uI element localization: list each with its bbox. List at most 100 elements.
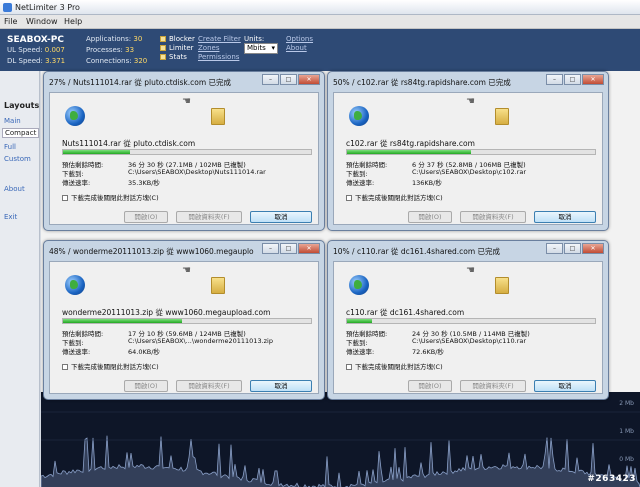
rate-value: 72.6KB/秒 bbox=[412, 348, 444, 356]
rate-value: 35.3KB/秒 bbox=[128, 179, 160, 187]
connections-stat: Connections: 320 bbox=[86, 57, 148, 65]
folder-icon bbox=[211, 277, 225, 294]
cancel-button[interactable]: 取消 bbox=[250, 380, 312, 392]
pc-name: SEABOX-PC bbox=[7, 35, 64, 45]
rate-label: 傳送速率: bbox=[346, 348, 375, 356]
options-link[interactable]: Options bbox=[286, 35, 313, 43]
close-when-done-checkbox[interactable]: 下載完成後關閉此對話方塊(C) bbox=[62, 192, 159, 202]
sidebar-item-main[interactable]: Main bbox=[4, 117, 21, 125]
rate-label: 傳送速率: bbox=[62, 179, 91, 187]
close-button[interactable]: ✕ bbox=[582, 74, 604, 85]
sidebar-item-full[interactable]: Full bbox=[4, 143, 16, 151]
file-name: c110.rar 從 dc161.4shared.com bbox=[346, 308, 465, 317]
sidebar-item-compact[interactable]: Compact bbox=[2, 128, 39, 138]
applications-stat: Applications: 30 bbox=[86, 35, 143, 43]
hand-icon: ☚ bbox=[182, 265, 191, 276]
graph-label-0mb: 0 Mb bbox=[619, 456, 634, 463]
graph-label-1mb: 1 Mb bbox=[619, 428, 634, 435]
rate-value: 64.0KB/秒 bbox=[128, 348, 160, 356]
download-dialog: 10% / c110.rar 從 dc161.4shared.com 已完成 –… bbox=[327, 240, 609, 400]
dialog-caption: 48% / wonderme20111013.zip 從 www1060.meg… bbox=[49, 247, 254, 256]
minimize-button[interactable]: – bbox=[262, 243, 279, 254]
ul-speed: UL Speed: 0.007 bbox=[7, 46, 65, 54]
open-button[interactable]: 開啟(O) bbox=[124, 380, 168, 392]
create-filter-link[interactable]: Create Filter bbox=[198, 35, 241, 43]
sidebar-item-exit[interactable]: Exit bbox=[4, 213, 17, 221]
stats-toggle[interactable]: Stats bbox=[160, 53, 187, 61]
limiter-toggle[interactable]: Limiter bbox=[160, 44, 194, 52]
close-when-done-checkbox[interactable]: 下載完成後關閉此對話方塊(C) bbox=[62, 361, 159, 371]
globe-icon bbox=[65, 106, 85, 126]
open-button[interactable]: 開啟(O) bbox=[408, 211, 452, 223]
units-select[interactable]: Mbits bbox=[244, 43, 278, 54]
dl-speed: DL Speed: 3.371 bbox=[7, 57, 66, 65]
close-button[interactable]: ✕ bbox=[298, 243, 320, 254]
cancel-button[interactable]: 取消 bbox=[534, 380, 596, 392]
graph-label-2mb: 2 Mb bbox=[619, 400, 634, 407]
maximize-button[interactable]: □ bbox=[564, 74, 581, 85]
zones-link[interactable]: Zones bbox=[198, 44, 219, 52]
folder-icon bbox=[495, 277, 509, 294]
minimize-button[interactable]: – bbox=[546, 243, 563, 254]
watermark: #263423 bbox=[587, 474, 636, 484]
file-name: c102.rar 從 rs84tg.rapidshare.com bbox=[346, 139, 475, 148]
hand-icon: ☚ bbox=[466, 265, 475, 276]
progress-bar bbox=[346, 318, 596, 324]
maximize-button[interactable]: □ bbox=[280, 243, 297, 254]
open-folder-button[interactable]: 開啟資料夾(F) bbox=[176, 380, 242, 392]
progress-bar bbox=[62, 149, 312, 155]
open-button[interactable]: 開啟(O) bbox=[408, 380, 452, 392]
blocker-toggle[interactable]: Blocker bbox=[160, 35, 195, 43]
folder-icon bbox=[495, 108, 509, 125]
menu-bar: File Window Help bbox=[0, 15, 640, 29]
sidebar-item-about[interactable]: About bbox=[4, 185, 25, 193]
maximize-button[interactable]: □ bbox=[564, 243, 581, 254]
info-bar: SEABOX-PC UL Speed: 0.007 DL Speed: 3.37… bbox=[0, 29, 640, 71]
globe-icon bbox=[65, 275, 85, 295]
rate-label: 傳送速率: bbox=[346, 179, 375, 187]
file-name: wonderme20111013.zip 從 www1060.megauploa… bbox=[62, 308, 271, 317]
menu-help[interactable]: Help bbox=[64, 17, 82, 26]
progress-bar bbox=[346, 149, 596, 155]
download-path: C:\Users\SEABOX\Desktop\Nuts111014.rar bbox=[128, 168, 266, 176]
folder-icon bbox=[211, 108, 225, 125]
globe-icon bbox=[349, 106, 369, 126]
close-button[interactable]: ✕ bbox=[298, 74, 320, 85]
download-path: C:\Users\SEABOX\...\wonderme20111013.zip bbox=[128, 337, 273, 345]
window-title: NetLimiter 3 Pro bbox=[15, 3, 80, 12]
hand-icon: ☚ bbox=[466, 96, 475, 107]
maximize-button[interactable]: □ bbox=[280, 74, 297, 85]
traffic-graph-plot bbox=[41, 411, 640, 487]
close-when-done-checkbox[interactable]: 下載完成後關閉此對話方塊(C) bbox=[346, 192, 443, 202]
file-name: Nuts111014.rar 從 pluto.ctdisk.com bbox=[62, 139, 196, 148]
open-button[interactable]: 開啟(O) bbox=[124, 211, 168, 223]
menu-window[interactable]: Window bbox=[26, 17, 58, 26]
download-path: C:\Users\SEABOX\Desktop\c110.rar bbox=[412, 337, 527, 345]
download-dialog: 27% / Nuts111014.rar 從 pluto.ctdisk.com … bbox=[43, 71, 325, 231]
rate-value: 136KB/秒 bbox=[412, 179, 442, 187]
layouts-header: Layouts bbox=[4, 101, 40, 110]
app-icon bbox=[3, 3, 12, 12]
minimize-button[interactable]: – bbox=[546, 74, 563, 85]
open-folder-button[interactable]: 開啟資料夾(F) bbox=[460, 380, 526, 392]
processes-stat: Processes: 33 bbox=[86, 46, 135, 54]
about-link[interactable]: About bbox=[286, 44, 307, 52]
units-label: Units: bbox=[244, 35, 265, 43]
minimize-button[interactable]: – bbox=[262, 74, 279, 85]
globe-icon bbox=[349, 275, 369, 295]
open-folder-button[interactable]: 開啟資料夾(F) bbox=[460, 211, 526, 223]
dialog-caption: 50% / c102.rar 從 rs84tg.rapidshare.com 已… bbox=[333, 78, 511, 87]
traffic-graph: 2 Mb 1 Mb 0 Mb bbox=[41, 392, 640, 487]
permissions-link[interactable]: Permissions bbox=[198, 53, 239, 61]
cancel-button[interactable]: 取消 bbox=[534, 211, 596, 223]
close-button[interactable]: ✕ bbox=[582, 243, 604, 254]
sidebar: Layouts Main Compact Full Custom About E… bbox=[0, 71, 40, 487]
sidebar-item-custom[interactable]: Custom bbox=[4, 155, 31, 163]
menu-file[interactable]: File bbox=[4, 17, 17, 26]
close-when-done-checkbox[interactable]: 下載完成後關閉此對話方塊(C) bbox=[346, 361, 443, 371]
title-bar: NetLimiter 3 Pro bbox=[0, 0, 640, 15]
download-dialog: 48% / wonderme20111013.zip 從 www1060.meg… bbox=[43, 240, 325, 400]
rate-label: 傳送速率: bbox=[62, 348, 91, 356]
open-folder-button[interactable]: 開啟資料夾(F) bbox=[176, 211, 242, 223]
cancel-button[interactable]: 取消 bbox=[250, 211, 312, 223]
